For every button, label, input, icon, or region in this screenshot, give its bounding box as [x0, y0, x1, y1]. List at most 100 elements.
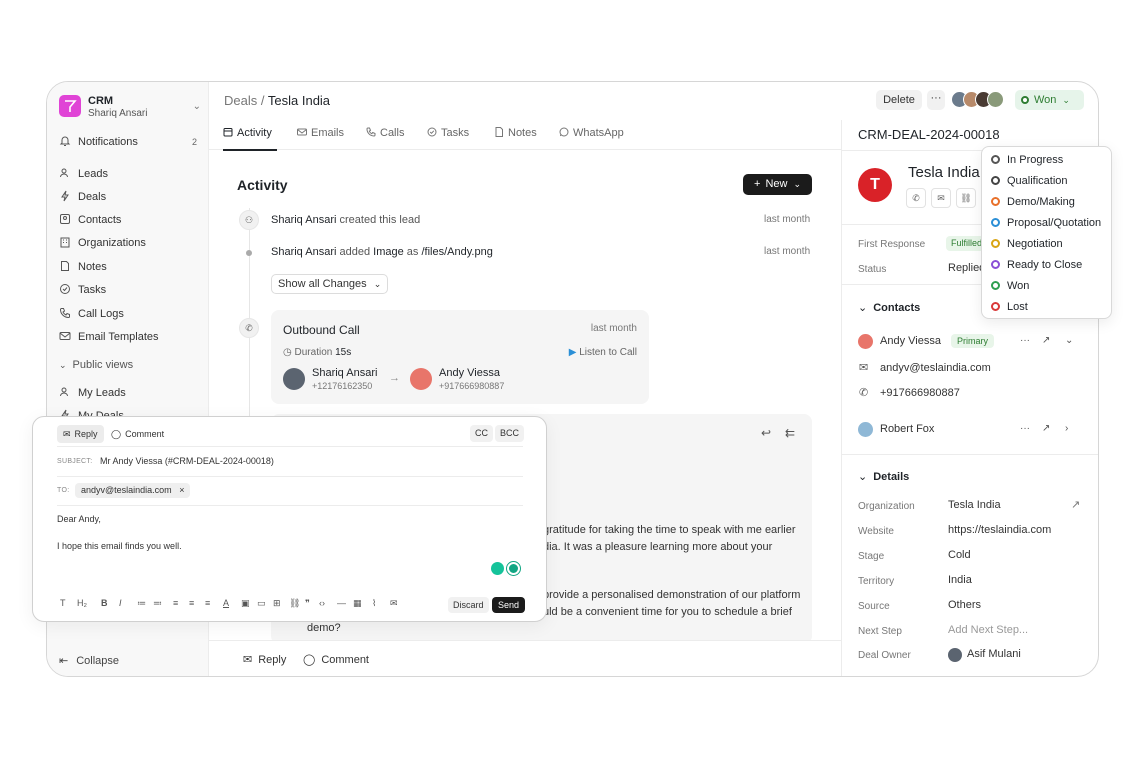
- code-icon[interactable]: ‹›: [319, 598, 325, 608]
- detail-value-organization[interactable]: Tesla India: [948, 499, 1001, 511]
- new-button[interactable]: + New ⌄: [743, 174, 812, 195]
- deal-status-dropdown[interactable]: Won ⌄: [1015, 90, 1084, 110]
- link-icon[interactable]: ⛓: [956, 188, 976, 208]
- sidebar-item-organizations[interactable]: Organizations: [59, 235, 201, 255]
- close-icon[interactable]: ×: [179, 485, 184, 495]
- horizontal-rule-icon[interactable]: —: [337, 598, 346, 608]
- italic-icon[interactable]: I: [119, 598, 122, 608]
- attachment-icon[interactable]: ⌇: [372, 598, 376, 609]
- footer-reply-button[interactable]: ✉ Reply: [243, 653, 286, 666]
- align-right-icon[interactable]: ≡: [205, 598, 210, 608]
- video-icon[interactable]: ▭: [257, 598, 266, 609]
- chevron-right-icon[interactable]: ›: [1065, 423, 1068, 434]
- footer-comment-button[interactable]: ◯ Comment: [303, 653, 369, 666]
- sidebar-item-leads[interactable]: Leads: [59, 166, 201, 186]
- bcc-button[interactable]: BCC: [495, 425, 525, 442]
- composer-body-line[interactable]: Dear Andy,: [57, 514, 101, 524]
- workspace-switcher[interactable]: CRM Shariq Ansari ⌄: [59, 95, 201, 121]
- detail-value-stage[interactable]: Cold: [948, 549, 971, 561]
- cc-button[interactable]: CC: [470, 425, 493, 442]
- composer-comment-tab[interactable]: ◯ Comment: [105, 425, 170, 443]
- tab-activity[interactable]: Activity: [223, 127, 272, 139]
- email-template-icon[interactable]: ✉: [390, 598, 398, 609]
- detail-value-deal-owner[interactable]: Asif Mulani: [967, 648, 1021, 660]
- collapse-button[interactable]: ⇤ Collapse: [59, 654, 119, 667]
- status-option-demo-making[interactable]: Demo/Making: [991, 196, 1075, 208]
- sidebar-item-contacts[interactable]: Contacts: [59, 212, 201, 232]
- sidebar-item-my-leads[interactable]: My Leads: [59, 385, 201, 405]
- status-option-proposal[interactable]: Proposal/Quotation: [991, 217, 1101, 229]
- more-icon[interactable]: ···: [1020, 423, 1030, 434]
- detail-value-territory[interactable]: India: [948, 574, 972, 586]
- reply-all-icon[interactable]: ⇇: [785, 426, 795, 440]
- tab-tasks[interactable]: Tasks: [427, 127, 469, 139]
- text-style-icon[interactable]: T: [60, 598, 66, 608]
- duration-label: Duration: [294, 347, 333, 358]
- discard-button[interactable]: Discard: [448, 597, 489, 613]
- link-icon[interactable]: ⛓: [289, 598, 300, 609]
- bold-icon[interactable]: B: [101, 598, 108, 608]
- numbered-list-icon[interactable]: ≕: [153, 598, 162, 609]
- contact-row-andy[interactable]: Andy Viessa Primary ··· ↗ ⌄: [858, 333, 1085, 353]
- listen-to-call-button[interactable]: ▶ Listen to Call: [569, 347, 637, 358]
- detail-value-website[interactable]: https://teslaindia.com: [948, 524, 1051, 536]
- status-option-ready-to-close[interactable]: Ready to Close: [991, 259, 1082, 271]
- tab-emails[interactable]: Emails: [297, 127, 344, 139]
- grammarly-g-icon[interactable]: [507, 562, 520, 575]
- detail-value-next-step[interactable]: Add Next Step...: [948, 624, 1028, 636]
- status-option-qualification[interactable]: Qualification: [991, 175, 1068, 187]
- sidebar-item-email-templates[interactable]: Email Templates: [59, 329, 201, 349]
- status-option-in-progress[interactable]: In Progress: [991, 154, 1063, 166]
- sidebar-item-notes[interactable]: Notes: [59, 259, 201, 279]
- grammarly-icon[interactable]: [491, 562, 504, 575]
- subject-input[interactable]: Mr Andy Viessa (#CRM-DEAL-2024-00018): [100, 456, 274, 466]
- more-options-button[interactable]: ···: [927, 90, 945, 110]
- quote-icon[interactable]: ❞: [305, 598, 310, 609]
- contact-row-robert[interactable]: Robert Fox ··· ↗ ›: [858, 421, 1085, 441]
- contact-email-value[interactable]: andyv@teslaindia.com: [880, 362, 991, 374]
- call-icon[interactable]: ✆: [906, 188, 926, 208]
- sidebar-item-call-logs[interactable]: Call Logs: [59, 306, 201, 326]
- users-icon: [60, 168, 68, 178]
- open-external-icon[interactable]: ↗: [1042, 335, 1050, 346]
- public-views-toggle[interactable]: ⌄ Public views: [59, 359, 133, 371]
- more-icon[interactable]: ···: [1020, 335, 1030, 346]
- chevron-down-icon: ⌄: [793, 179, 801, 189]
- assignee-avatars[interactable]: [951, 91, 1007, 109]
- sidebar-item-notifications[interactable]: Notifications 2: [59, 134, 201, 154]
- font-color-icon[interactable]: A: [223, 598, 229, 608]
- sidebar-item-deals[interactable]: Deals: [59, 189, 201, 209]
- reply-icon[interactable]: ↩: [761, 426, 771, 440]
- to-recipient-chip[interactable]: andyv@teslaindia.com ×: [75, 483, 191, 498]
- open-external-icon[interactable]: ↗: [1042, 423, 1050, 434]
- composer-reply-tab[interactable]: ✉ Reply: [57, 425, 104, 443]
- details-section-header[interactable]: ⌄ Details: [858, 470, 909, 483]
- status-option-won[interactable]: Won: [991, 280, 1029, 292]
- composer-body-line[interactable]: I hope this email finds you well.: [57, 541, 182, 551]
- heading-icon[interactable]: H₂: [77, 598, 87, 608]
- table-icon[interactable]: ▦: [353, 598, 362, 609]
- status-option-lost[interactable]: Lost: [991, 301, 1028, 313]
- tab-calls[interactable]: Calls: [366, 127, 404, 139]
- contacts-section-header[interactable]: ⌄ Contacts: [858, 301, 920, 314]
- open-external-icon[interactable]: ↗: [1071, 498, 1080, 511]
- send-button[interactable]: Send: [492, 597, 526, 613]
- mail-icon[interactable]: ✉: [931, 188, 951, 208]
- tab-notes[interactable]: Notes: [494, 127, 537, 139]
- status-option-negotiation[interactable]: Negotiation: [991, 238, 1063, 250]
- bullet-list-icon[interactable]: ≔: [137, 598, 146, 609]
- contact-phone-value[interactable]: +917666980887: [880, 387, 960, 399]
- align-left-icon[interactable]: ≡: [173, 598, 178, 608]
- avatar: [948, 648, 962, 662]
- show-all-changes-button[interactable]: Show all Changes ⌄: [271, 274, 388, 294]
- image-icon[interactable]: ▣: [241, 598, 250, 609]
- sidebar-item-label: Leads: [78, 168, 108, 180]
- delete-button[interactable]: Delete: [876, 90, 922, 110]
- chevron-down-icon[interactable]: ⌄: [1065, 335, 1073, 346]
- sidebar-item-tasks[interactable]: Tasks: [59, 282, 201, 302]
- tab-whatsapp[interactable]: WhatsApp: [559, 127, 624, 139]
- call-card[interactable]: Outbound Call last month ◷ Duration 15s …: [271, 310, 649, 404]
- detail-value-source[interactable]: Others: [948, 599, 981, 611]
- embed-icon[interactable]: ⊞: [273, 598, 281, 609]
- align-center-icon[interactable]: ≡: [189, 598, 194, 608]
